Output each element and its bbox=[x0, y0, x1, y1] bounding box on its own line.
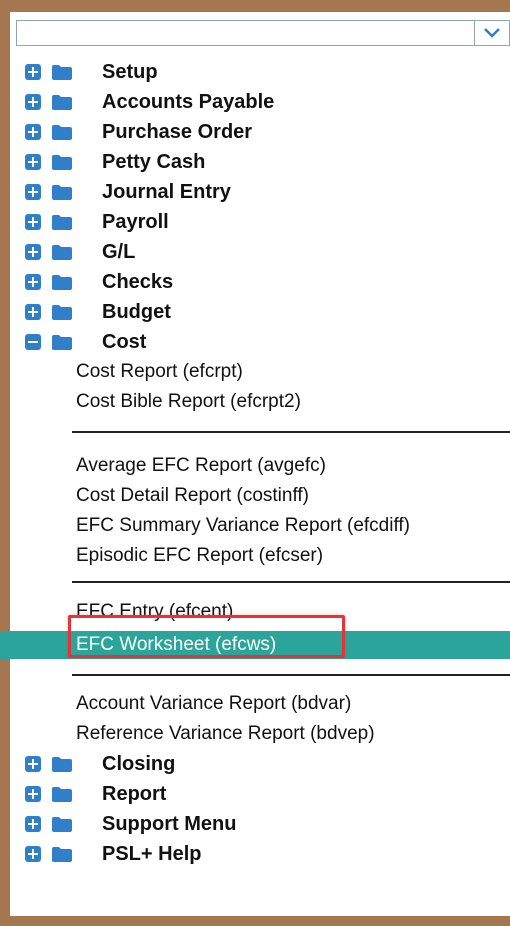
folder-icon bbox=[52, 305, 72, 325]
menu-item-efc-worksheet[interactable]: EFC Worksheet (efcws) bbox=[0, 631, 510, 659]
plus-icon[interactable] bbox=[25, 124, 41, 140]
folder-label[interactable]: PSL+ Help bbox=[102, 839, 201, 869]
folder-row-closing[interactable]: Closing bbox=[0, 749, 510, 779]
folder-row-journal-entry[interactable]: Journal Entry bbox=[0, 177, 510, 207]
folder-icon bbox=[52, 155, 72, 175]
menu-item-reference-variance-report[interactable]: Reference Variance Report (bdvep) bbox=[0, 719, 510, 749]
folder-label[interactable]: Journal Entry bbox=[102, 177, 231, 207]
menu-item-label[interactable]: Account Variance Report (bdvar) bbox=[76, 689, 351, 719]
plus-icon[interactable] bbox=[25, 184, 41, 200]
folder-icon bbox=[52, 757, 72, 777]
folder-row-psl-help[interactable]: PSL+ Help bbox=[0, 839, 510, 869]
folder-label[interactable]: Purchase Order bbox=[102, 117, 252, 147]
folder-label[interactable]: Checks bbox=[102, 267, 173, 297]
menu-item-label[interactable]: Cost Detail Report (costinff) bbox=[76, 481, 309, 511]
folder-label[interactable]: Accounts Payable bbox=[102, 87, 274, 117]
folder-label[interactable]: Cost bbox=[102, 327, 146, 357]
folder-label[interactable]: Petty Cash bbox=[102, 147, 205, 177]
folder-icon bbox=[52, 787, 72, 807]
menu-item-efc-summary-variance-report[interactable]: EFC Summary Variance Report (efcdiff) bbox=[0, 511, 510, 541]
menu-item-cost-detail-report[interactable]: Cost Detail Report (costinff) bbox=[0, 481, 510, 511]
menu-item-label[interactable]: Episodic EFC Report (efcser) bbox=[76, 541, 323, 571]
folder-label[interactable]: Closing bbox=[102, 749, 175, 779]
plus-icon[interactable] bbox=[25, 304, 41, 320]
menu-item-label[interactable]: Cost Bible Report (efcrpt2) bbox=[76, 387, 301, 417]
folder-row-support-menu[interactable]: Support Menu bbox=[0, 809, 510, 839]
folder-row-budget[interactable]: Budget bbox=[0, 297, 510, 327]
menu-separator bbox=[72, 431, 510, 433]
plus-icon[interactable] bbox=[25, 846, 41, 862]
plus-icon[interactable] bbox=[25, 816, 41, 832]
menu-item-account-variance-report[interactable]: Account Variance Report (bdvar) bbox=[0, 689, 510, 719]
folder-row-accounts-payable[interactable]: Accounts Payable bbox=[0, 87, 510, 117]
folder-label[interactable]: Payroll bbox=[102, 207, 169, 237]
menu-panel: Setup Accounts Payable Purchase Order Pe… bbox=[0, 0, 510, 926]
folder-row-petty-cash[interactable]: Petty Cash bbox=[0, 147, 510, 177]
menu-select-dropdown[interactable] bbox=[16, 20, 510, 46]
menu-separator bbox=[72, 581, 510, 583]
plus-icon[interactable] bbox=[25, 94, 41, 110]
menu-item-average-efc-report[interactable]: Average EFC Report (avgefc) bbox=[0, 451, 510, 481]
folder-icon bbox=[52, 215, 72, 235]
folder-icon bbox=[52, 275, 72, 295]
menu-item-label[interactable]: Cost Report (efcrpt) bbox=[76, 357, 243, 387]
minus-icon[interactable] bbox=[25, 334, 41, 350]
plus-icon[interactable] bbox=[25, 274, 41, 290]
plus-icon[interactable] bbox=[25, 154, 41, 170]
plus-icon[interactable] bbox=[25, 244, 41, 260]
plus-icon[interactable] bbox=[25, 64, 41, 80]
menu-item-cost-report[interactable]: Cost Report (efcrpt) bbox=[0, 357, 510, 387]
folder-icon bbox=[52, 185, 72, 205]
folder-row-setup[interactable]: Setup bbox=[0, 57, 510, 87]
folder-row-checks[interactable]: Checks bbox=[0, 267, 510, 297]
plus-icon[interactable] bbox=[25, 756, 41, 772]
menu-item-label[interactable]: Reference Variance Report (bdvep) bbox=[76, 719, 375, 749]
menu-item-cost-bible-report[interactable]: Cost Bible Report (efcrpt2) bbox=[0, 387, 510, 417]
plus-icon[interactable] bbox=[25, 214, 41, 230]
menu-item-label[interactable]: EFC Worksheet (efcws) bbox=[76, 631, 276, 659]
menu-item-episodic-efc-report[interactable]: Episodic EFC Report (efcser) bbox=[0, 541, 510, 571]
folder-icon bbox=[52, 95, 72, 115]
frame-border-top bbox=[0, 0, 510, 12]
folder-label[interactable]: Setup bbox=[102, 57, 158, 87]
folder-icon bbox=[52, 65, 72, 85]
menu-item-label[interactable]: EFC Entry (efcent) bbox=[76, 597, 233, 627]
folder-icon bbox=[52, 125, 72, 145]
menu-separator bbox=[72, 674, 510, 676]
menu-item-efc-entry[interactable]: EFC Entry (efcent) bbox=[0, 597, 510, 627]
frame-border-bottom bbox=[0, 916, 510, 926]
folder-icon bbox=[52, 245, 72, 265]
menu-item-label[interactable]: EFC Summary Variance Report (efcdiff) bbox=[76, 511, 410, 541]
folder-icon bbox=[52, 335, 72, 355]
folder-icon bbox=[52, 817, 72, 837]
chevron-down-icon bbox=[484, 28, 500, 38]
plus-icon[interactable] bbox=[25, 786, 41, 802]
dropdown-toggle-button[interactable] bbox=[474, 21, 509, 45]
folder-row-cost[interactable]: Cost bbox=[0, 327, 510, 357]
folder-label[interactable]: Report bbox=[102, 779, 166, 809]
folder-row-report[interactable]: Report bbox=[0, 779, 510, 809]
folder-label[interactable]: Budget bbox=[102, 297, 171, 327]
folder-row-purchase-order[interactable]: Purchase Order bbox=[0, 117, 510, 147]
folder-row-payroll[interactable]: Payroll bbox=[0, 207, 510, 237]
folder-icon bbox=[52, 847, 72, 867]
folder-label[interactable]: Support Menu bbox=[102, 809, 236, 839]
folder-label[interactable]: G/L bbox=[102, 237, 135, 267]
folder-row-gl[interactable]: G/L bbox=[0, 237, 510, 267]
menu-item-label[interactable]: Average EFC Report (avgefc) bbox=[76, 451, 326, 481]
